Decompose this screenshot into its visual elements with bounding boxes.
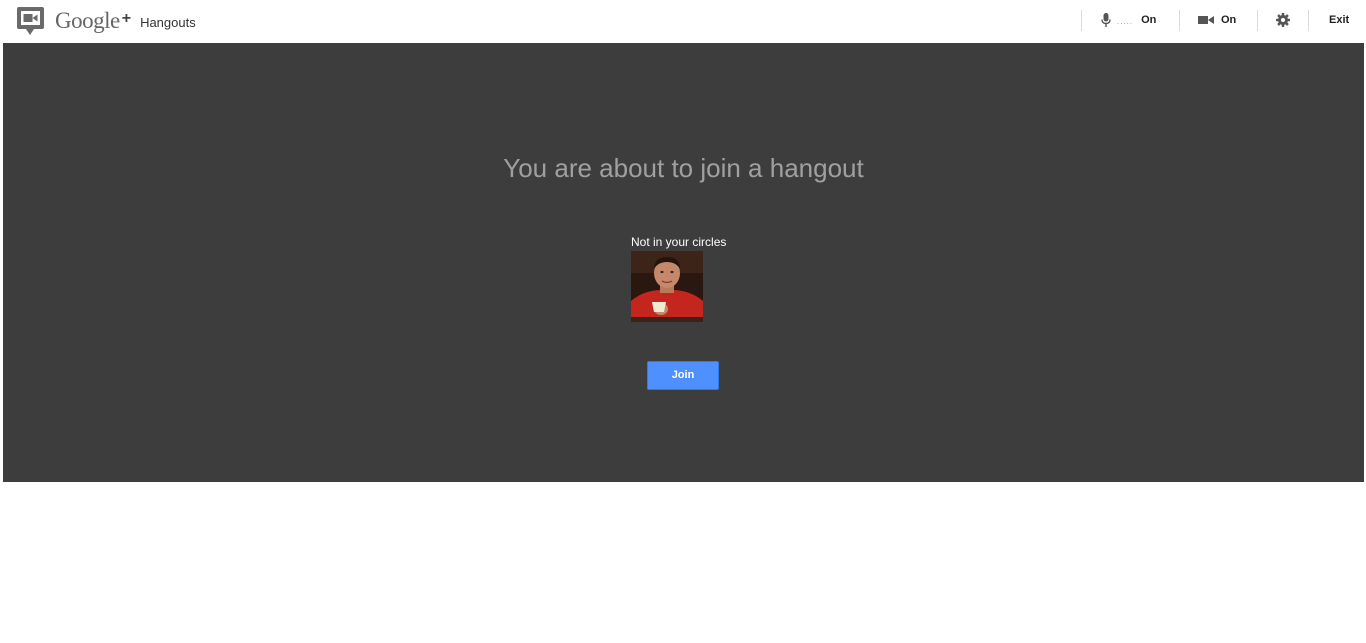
page-title: You are about to join a hangout xyxy=(503,153,864,183)
exit-button[interactable]: Exit xyxy=(1329,9,1349,31)
toolbar-divider xyxy=(1257,10,1258,31)
product-name: Hangouts xyxy=(140,14,196,30)
toolbar-divider xyxy=(1179,10,1180,31)
avatar xyxy=(631,251,703,322)
hangouts-logo-icon xyxy=(17,7,44,35)
microphone-toggle[interactable]: ..... On xyxy=(1101,9,1156,31)
brand: Google + Hangouts xyxy=(16,6,196,36)
participant-card: Not in your circles xyxy=(631,235,726,322)
settings-button[interactable] xyxy=(1276,9,1290,31)
microphone-status: On xyxy=(1141,14,1157,26)
microphone-level-indicator: ..... xyxy=(1117,16,1134,26)
toolbar-divider xyxy=(1308,10,1309,31)
camera-status: On xyxy=(1221,14,1237,26)
camera-toggle[interactable]: On xyxy=(1198,9,1236,31)
gear-icon xyxy=(1276,13,1290,27)
top-bar: Google + Hangouts ..... On On Exit xyxy=(0,0,1366,42)
google-wordmark: Google xyxy=(55,8,120,33)
microphone-icon xyxy=(1101,13,1111,27)
exit-label: Exit xyxy=(1329,14,1350,26)
google-plus-mark: + xyxy=(121,10,132,27)
hangout-stage: You are about to join a hangout Not in y… xyxy=(3,43,1364,482)
video-camera-icon xyxy=(1198,16,1214,24)
participant-status: Not in your circles xyxy=(631,235,727,249)
toolbar-divider xyxy=(1081,10,1082,31)
join-button[interactable]: Join xyxy=(647,361,719,390)
